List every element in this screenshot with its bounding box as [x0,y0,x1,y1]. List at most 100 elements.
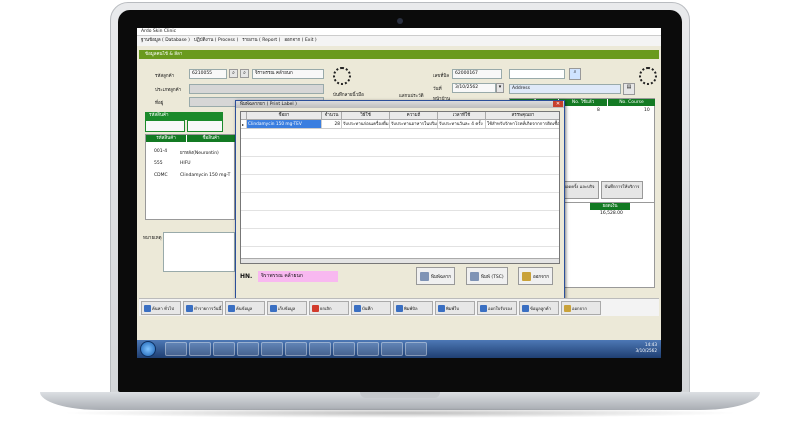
close-icon[interactable]: ✕ [553,101,563,107]
history-button[interactable]: ยอดครั้ง และบริจ [559,181,599,199]
tb-customer[interactable]: ข้อมูลลูกค้า [519,301,559,315]
tb-label: ทำรายการวันนี้ [194,305,222,311]
cancel-icon [312,304,319,312]
start-button-icon[interactable] [140,341,156,357]
grid-divider [241,174,559,175]
bill-no-field[interactable]: 62000167 [452,69,502,79]
grid-cell-freq[interactable]: รับประทานอาหารในปริมาณมาก [390,120,438,129]
grid-col-time: เวลาที่ใช้ [438,112,486,120]
search-customer-icon[interactable]: ⌕ [229,69,238,78]
taskbar-app-icon[interactable] [309,342,331,356]
label-grid: ชื่อยา จำนวน วิธีใช้ ความถี่ เวลาที่ใช้ … [240,111,560,264]
menu-exit[interactable]: ออกจาก ( Exit ) [284,36,316,46]
product-row-code[interactable]: CDMC [154,173,168,178]
menu-report[interactable]: รายงาน ( Report ) [242,36,280,46]
taskbar: 14:43 3/10/2562 [137,340,661,358]
service-button[interactable]: บันทึกการให้บริการ [601,181,643,199]
print-label-button[interactable]: พิมพ์ฉลาก [416,267,455,285]
grid-divider [241,210,559,211]
product-name-field[interactable] [187,120,223,132]
tb-store[interactable]: เก็บข้อมูล [267,301,307,315]
system-clock[interactable]: 14:43 3/10/2562 [636,342,657,354]
product-row-name[interactable]: HIFU [180,161,191,166]
course-col-total: No. Course [608,99,655,106]
tb-print-bill[interactable]: พิมพ์บิล [393,301,433,315]
product-row-name[interactable]: Clindamycin 150 mg-T [180,173,230,178]
calendar-icon [186,304,193,312]
taskbar-app-icon[interactable] [261,342,283,356]
find-icon [228,304,235,312]
grid-divider [241,192,559,193]
print-tsc-button[interactable]: พิมพ์ (TSC) [466,267,508,285]
search-customer2-icon[interactable]: ⌕ [240,69,249,78]
tb-label: ค้นหา ทั่วไป [152,305,174,311]
tb-exit[interactable]: ออกจาก [561,301,601,315]
totals-value: 16,528.00 [600,211,623,216]
grid-col-usage: วิธีใช้ [342,112,390,120]
grid-col-property: สรรพคุณยา [486,112,559,120]
taskbar-app-icon[interactable] [237,342,259,356]
tb-label: ยกเลิก [320,305,332,311]
clock-date: 3/10/2562 [635,348,657,353]
product-col-name: ชื่อสินค้า [187,135,235,142]
tb-save[interactable]: บันทึก [351,301,391,315]
date-dropdown-icon[interactable]: ▾ [496,83,504,93]
save-fingerprint-label[interactable]: บันทึกลายนิ้วมือ [333,91,364,98]
taskbar-app-icon[interactable] [381,342,403,356]
hn-search-icon[interactable]: ⌕ [569,68,581,80]
fingerprint-right-icon[interactable] [639,67,657,85]
customer-type-field[interactable] [189,84,324,94]
save-icon [354,304,361,312]
laptop-notch [360,392,440,398]
product-code-field[interactable] [145,120,185,132]
grid-cell-property[interactable]: ใช้สำหรับรักษาโรคที่เกิดจากการติดเชื้อแบ… [486,120,559,129]
taskbar-clinic-icon[interactable] [405,342,427,356]
course-total-value: 10 [644,108,650,113]
printer-icon [420,271,429,281]
scan-history-label[interactable]: แสกนประวัติ [399,92,424,99]
tb-label: ออกจาก [572,305,587,311]
customer-name-field[interactable]: จิราพรรณ คล้ายนก [252,69,324,79]
customer-code-field[interactable]: 6210055 [189,69,227,79]
tb-today[interactable]: ทำรายการวันนี้ [183,301,223,315]
window-title: Ardo Skin Clinic [137,28,661,36]
address-right-field[interactable]: Address [509,84,621,94]
product-row-name[interactable]: ยาหลัง(Neurontin) [180,149,219,156]
bottom-toolbar: ค้นหา ทั่วไป ทำรายการวันนี้ ค้นข้อมูล เก… [139,298,659,316]
exit-button[interactable]: ออกจาก [518,267,554,285]
fingerprint-icon[interactable] [333,67,351,85]
remarks-field[interactable] [163,232,235,272]
menu-process[interactable]: ปฏิบัติงาน ( Process ) [194,36,238,46]
taskbar-chrome-icon[interactable] [189,342,211,356]
tb-search[interactable]: ค้นหา ทั่วไป [141,301,181,315]
tb-label: เก็บข้อมูล [278,305,296,311]
taskbar-explorer-icon[interactable] [165,342,187,356]
date-field[interactable]: 3/10/2562 [452,83,496,93]
totals-header: ยอดเงิน [590,203,630,210]
tb-certificate[interactable]: ออกใบรับรอง [477,301,517,315]
hn-no-field[interactable] [509,69,565,79]
tb-cancel[interactable]: ยกเลิก [309,301,349,315]
product-row-code[interactable]: 001-4 [154,149,167,154]
exit-text: ออกจาก [533,274,550,280]
product-row-code[interactable]: 555 [154,161,163,166]
horizontal-scrollbar[interactable] [241,258,559,263]
grid-cell-drug[interactable]: Clindamycin 150 mg-TEV [247,120,322,129]
hn-value: จิราพรรณ คล้ายนก [258,271,338,282]
grid-cell-usage[interactable]: รับประทานก่อนเครื่องดื่ม [342,120,390,129]
taskbar-photoshop-icon[interactable] [357,342,379,356]
tb-find[interactable]: ค้นข้อมูล [225,301,265,315]
tb-label: ข้อมูลลูกค้า [530,305,551,311]
grid-cell-qty[interactable]: 28 [322,120,342,129]
taskbar-line-icon[interactable] [333,342,355,356]
print-label-dialog: พิมพ์ฉลากยา ( Print Label ) ✕ ชื่อยา จำน… [235,100,565,302]
tb-label: บันทึก [362,305,373,311]
grid-col-drug: ชื่อยา [247,112,322,120]
menu-database[interactable]: ฐานข้อมูล ( Database ) [141,36,190,46]
taskbar-app-icon[interactable] [213,342,235,356]
section-title: ข้อมูลคนไข้ & ลีลา [139,50,659,59]
taskbar-teamviewer-icon[interactable] [285,342,307,356]
tb-print-slip[interactable]: พิมพ์ใบ [435,301,475,315]
print-icon[interactable]: ▤ [623,83,635,95]
grid-cell-time[interactable]: รับประทานวันละ 4 ครั้ง [438,120,486,129]
